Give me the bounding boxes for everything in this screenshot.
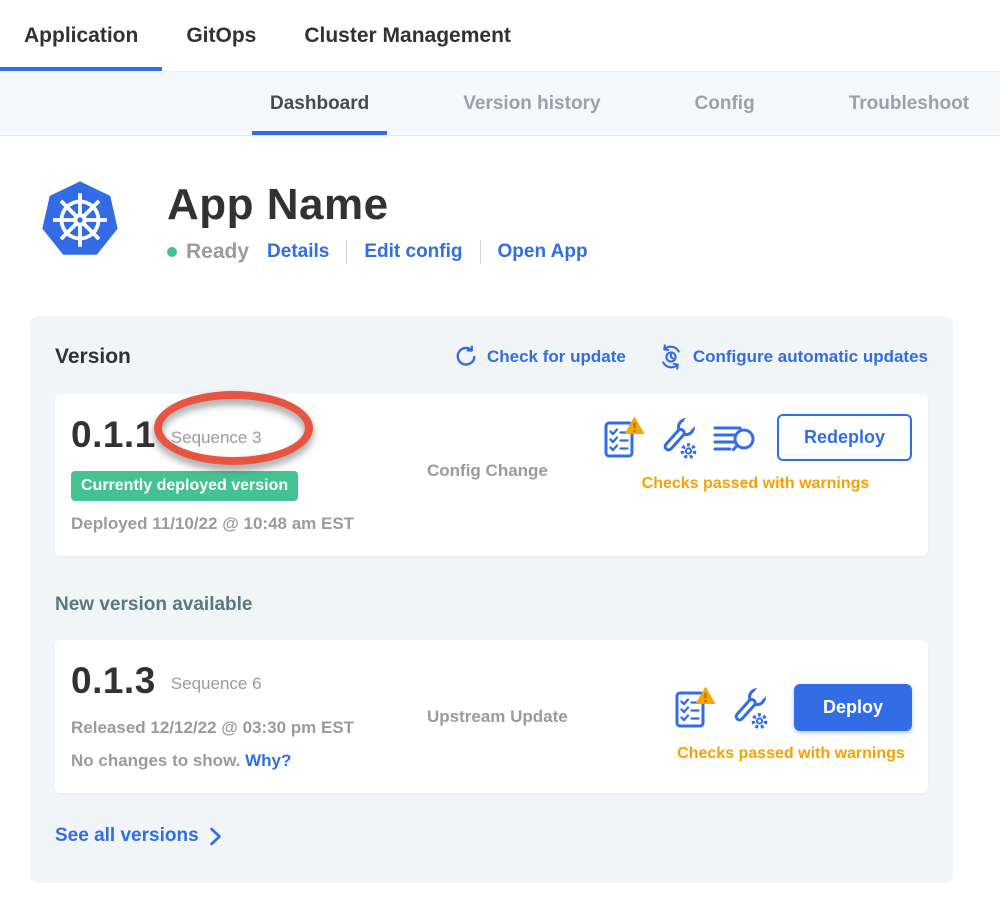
kubernetes-logo-icon	[38, 176, 122, 264]
see-all-versions-link[interactable]: See all versions	[55, 825, 928, 847]
logs-magnifier-icon	[711, 415, 757, 461]
tab-application[interactable]: Application	[0, 0, 162, 71]
version-panel-title: Version	[55, 345, 131, 369]
configure-automatic-updates-label: Configure automatic updates	[693, 347, 928, 367]
open-app-link[interactable]: Open App	[498, 241, 588, 263]
tab-version-history[interactable]: Version history	[445, 72, 618, 135]
new-version-number: 0.1.3	[71, 660, 156, 702]
details-link[interactable]: Details	[267, 241, 329, 263]
divider	[480, 240, 481, 264]
current-checks-status: Checks passed with warnings	[642, 475, 870, 493]
current-change-source: Config Change	[427, 461, 577, 481]
divider	[346, 240, 347, 264]
new-change-source: Upstream Update	[427, 707, 577, 727]
why-link[interactable]: Why?	[245, 751, 291, 770]
new-version-sequence: Sequence 6	[171, 668, 262, 694]
app-section-nav: Dashboard Version history Config Trouble…	[0, 72, 1000, 136]
tab-troubleshoot-label: Troubleshoot	[849, 93, 969, 115]
wrench-gear-icon	[655, 415, 701, 461]
redeploy-button[interactable]: Redeploy	[777, 414, 912, 461]
preflight-checklist-icon	[670, 685, 716, 731]
tab-troubleshoot[interactable]: Troubleshoot	[831, 72, 987, 135]
view-diff-button[interactable]	[711, 415, 757, 461]
view-config-button[interactable]	[726, 685, 772, 731]
version-panel: Version Check for update	[30, 316, 953, 883]
no-changes-note: No changes to show.	[71, 751, 240, 770]
see-all-versions-label: See all versions	[55, 825, 199, 847]
configure-automatic-updates-link[interactable]: Configure automatic updates	[658, 344, 928, 370]
preflight-checks-button[interactable]	[670, 685, 716, 731]
refresh-icon	[454, 345, 478, 369]
current-version-number: 0.1.1	[71, 414, 156, 456]
tab-config[interactable]: Config	[677, 72, 773, 135]
wrench-gear-icon	[726, 685, 772, 731]
new-checks-status: Checks passed with warnings	[677, 745, 905, 763]
tab-application-label: Application	[24, 24, 138, 48]
currently-deployed-badge: Currently deployed version	[71, 471, 298, 501]
tab-config-label: Config	[695, 93, 755, 115]
page-title: App Name	[167, 180, 588, 230]
current-version-card: 0.1.1 Sequence 3 Currently deployed vers…	[55, 394, 928, 556]
tab-dashboard-label: Dashboard	[270, 93, 369, 115]
primary-nav: Application GitOps Cluster Management	[0, 0, 1000, 72]
check-for-update-link[interactable]: Check for update	[454, 345, 626, 369]
deploy-button[interactable]: Deploy	[794, 684, 912, 731]
tab-version-history-label: Version history	[463, 93, 600, 115]
deployed-timestamp: Deployed 11/10/22 @ 10:48 am EST	[71, 514, 427, 534]
tab-cluster-management-label: Cluster Management	[304, 24, 511, 48]
tab-gitops-label: GitOps	[186, 24, 256, 48]
tab-gitops[interactable]: GitOps	[162, 0, 280, 71]
preflight-checklist-icon	[599, 415, 645, 461]
new-version-card: 0.1.3 Sequence 6 Released 12/12/22 @ 03:…	[55, 640, 928, 793]
released-timestamp: Released 12/12/22 @ 03:30 pm EST	[71, 718, 427, 738]
tab-cluster-management[interactable]: Cluster Management	[280, 0, 535, 71]
chevron-right-icon	[209, 827, 222, 846]
current-version-sequence: Sequence 3	[171, 422, 262, 448]
app-header: App Name Ready Details Edit config Open …	[0, 136, 1000, 264]
tab-dashboard[interactable]: Dashboard	[252, 72, 387, 135]
edit-config-link[interactable]: Edit config	[364, 241, 462, 263]
preflight-checks-button[interactable]	[599, 415, 645, 461]
app-status-label: Ready	[186, 240, 249, 264]
ready-status-dot-icon	[167, 247, 177, 257]
new-version-heading: New version available	[55, 594, 928, 616]
view-config-button[interactable]	[655, 415, 701, 461]
scheduled-update-icon	[658, 344, 684, 370]
check-for-update-label: Check for update	[487, 347, 626, 367]
